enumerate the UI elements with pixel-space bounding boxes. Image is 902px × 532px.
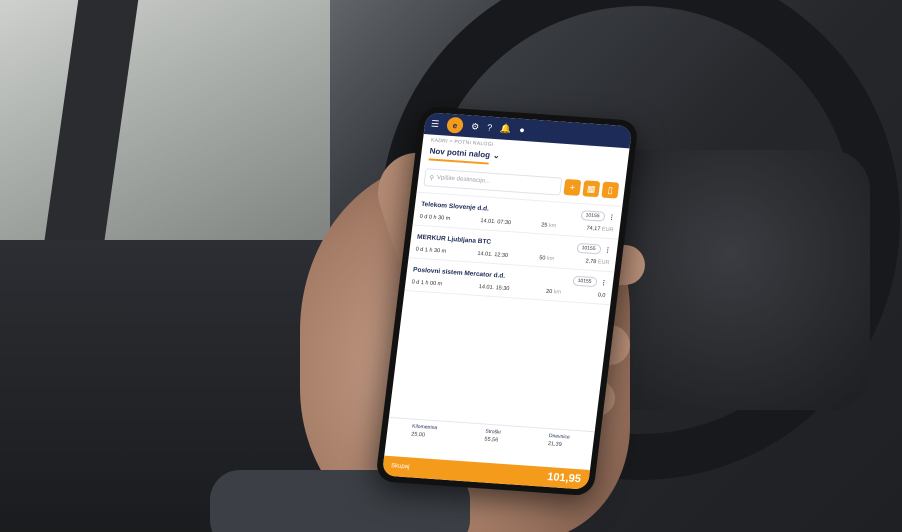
help-icon[interactable]: ? xyxy=(487,122,493,132)
more-options-icon[interactable]: ⋮ xyxy=(608,213,615,221)
trip-amount: 74,17 xyxy=(586,225,601,233)
trip-time: 14.01. 15:30 xyxy=(478,284,510,293)
trip-distance: 50 xyxy=(538,255,546,262)
phone-screen: ☰ e ⚙ ? 🔔 ● KADRI > POTNI NALOGI Nov pot… xyxy=(381,112,633,490)
page-title-text: Nov potni nalog xyxy=(429,146,491,160)
trip-duration: 0 d 0 h 30 m xyxy=(419,213,451,222)
trip-name: Telekom Slovenje d.d. xyxy=(420,200,490,213)
scene-photo: ☰ e ⚙ ? 🔔 ● KADRI > POTNI NALOGI Nov pot… xyxy=(0,0,902,532)
total-dnevnice: Dnevnice 21,39 xyxy=(545,433,571,468)
trip-distance: 25 xyxy=(540,222,548,229)
trip-amount: 0,0 xyxy=(597,292,606,299)
notification-icon[interactable]: 🔔 xyxy=(499,123,512,135)
total-label: Dnevnice xyxy=(548,433,571,441)
trip-duration: 0 d 1 h 00 m xyxy=(411,279,443,288)
trip-amount: 2,78 xyxy=(585,258,597,266)
destination-input[interactable]: ⚲ Vpišite destinacijo... xyxy=(423,168,563,196)
trip-distance-unit: km xyxy=(548,222,557,230)
footer-label: Skupaj xyxy=(390,463,410,471)
trip-currency: EUR xyxy=(601,226,614,234)
smartphone: ☰ e ⚙ ? 🔔 ● KADRI > POTNI NALOGI Nov pot… xyxy=(375,105,639,497)
destination-placeholder: Vpišite destinacijo... xyxy=(436,174,491,185)
user-icon[interactable]: ● xyxy=(519,125,526,135)
total-value: 25,00 xyxy=(410,431,426,439)
trip-distance-unit: km xyxy=(546,255,555,263)
add-button[interactable]: + xyxy=(563,178,582,196)
total-label: Stroški xyxy=(484,428,501,436)
trip-tag: 10155 xyxy=(571,275,598,288)
chevron-down-icon: ⌄ xyxy=(492,150,501,161)
settings-icon[interactable]: ⚙ xyxy=(470,121,480,132)
document-icon[interactable]: ▯ xyxy=(601,181,620,199)
trip-distance: 20 xyxy=(545,288,553,296)
more-options-icon[interactable]: ⋮ xyxy=(604,246,611,254)
app-logo: e xyxy=(446,116,465,134)
total-value: 55,56 xyxy=(484,436,499,444)
trip-tag: 10155 xyxy=(580,210,606,222)
total-label: Kilometrina xyxy=(411,423,438,432)
map-icon[interactable]: ▦ xyxy=(582,180,601,198)
trip-name: Poslovni sistem Mercator d.d. xyxy=(412,265,506,280)
total-kilometrina: Kilometrina 25,00 xyxy=(408,423,438,459)
trip-distance-unit: km xyxy=(553,289,562,296)
trip-duration: 0 d 1 h 30 m xyxy=(415,246,447,255)
trip-time: 14.01. 12:30 xyxy=(477,250,509,259)
trip-name: MERKUR Ljubljana BTC xyxy=(416,233,492,246)
footer-total: 101,95 xyxy=(546,471,582,486)
menu-icon[interactable]: ☰ xyxy=(430,118,440,129)
total-stroski: Stroški 55,56 xyxy=(482,429,501,464)
trip-tag: 10155 xyxy=(575,242,602,255)
more-options-icon[interactable]: ⋮ xyxy=(600,279,607,287)
trip-time: 14.01. 07:30 xyxy=(480,218,512,227)
trip-currency: EUR xyxy=(597,259,610,267)
total-value: 21,39 xyxy=(547,441,562,448)
location-pin-icon: ⚲ xyxy=(429,174,435,182)
